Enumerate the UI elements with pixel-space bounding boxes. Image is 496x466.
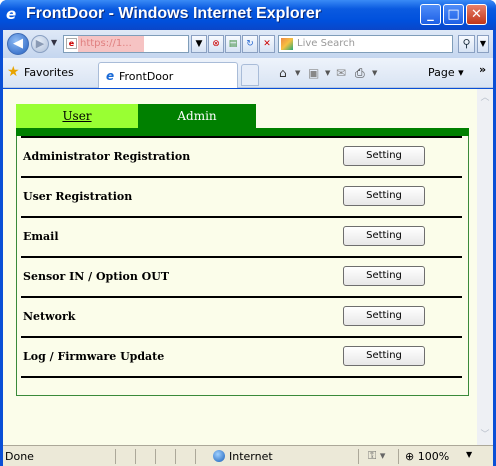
page-icon: e	[66, 38, 77, 49]
divider	[155, 449, 156, 464]
print-icon[interactable]: ⎙	[355, 66, 365, 81]
compatibility-view-icon[interactable]: ▤	[225, 35, 241, 53]
zoom-dropdown-icon[interactable]: ▼	[466, 450, 472, 459]
security-zone: Internet	[229, 450, 273, 463]
zoom-level[interactable]: ⊕ 100%	[405, 450, 449, 463]
vertical-scrollbar[interactable]: ︿ ﹀	[477, 89, 493, 445]
search-placeholder: Live Search	[297, 38, 355, 49]
favorites-bar: ★ Favorites e FrontDoor ⌂ ▼ ▣ ▼ ✉ ⎙ ▼ Pa…	[3, 58, 493, 88]
divider	[398, 449, 399, 464]
live-search-icon	[281, 38, 293, 50]
address-dropdown-icon[interactable]: ▼	[191, 35, 207, 53]
maximize-button[interactable]: □	[443, 4, 464, 25]
protected-mode-icon[interactable]: ⚿ ▾	[368, 449, 385, 463]
administrator-registration-setting-button[interactable]: Setting	[343, 146, 425, 166]
ie-logo-icon: e	[6, 5, 17, 23]
favorites-button[interactable]: Favorites	[24, 66, 74, 79]
search-icon[interactable]: ⚲	[458, 35, 475, 53]
forward-button[interactable]: ▶	[31, 35, 49, 53]
status-text: Done	[5, 450, 34, 463]
row-label: Log / Firmware Update	[23, 350, 165, 363]
search-input[interactable]: Live Search	[278, 35, 453, 53]
admin-settings-panel: Administrator Registration Setting User …	[16, 136, 469, 396]
history-dropdown-icon[interactable]: ▼	[51, 38, 57, 47]
section-tabs: User Admin	[16, 104, 469, 136]
more-commands-icon[interactable]: »	[479, 63, 486, 76]
close-button[interactable]: ✕	[466, 4, 487, 25]
page-menu[interactable]: Page ▾	[428, 66, 464, 79]
settings-row-email: Email Setting	[21, 216, 462, 256]
print-dropdown-icon[interactable]: ▼	[372, 69, 377, 77]
divider	[358, 449, 359, 464]
email-setting-button[interactable]: Setting	[343, 226, 425, 246]
settings-row-log-firmware: Log / Firmware Update Setting	[21, 336, 462, 376]
status-bar: Done Internet ⚿ ▾ ⊕ 100% ▼	[3, 445, 493, 466]
feeds-icon[interactable]: ▣	[308, 66, 319, 80]
network-setting-button[interactable]: Setting	[343, 306, 425, 326]
back-button[interactable]: ◀	[7, 33, 29, 55]
tab-admin[interactable]: Admin	[138, 104, 256, 128]
navigation-bar: ◀ ▶ ▼ e https://1... ▼ ⊗ ▤ ↻ ✕ Live Sear…	[3, 30, 493, 58]
row-label: Email	[23, 230, 59, 243]
tab-frontdoor[interactable]: e FrontDoor	[98, 62, 238, 88]
row-label: Sensor IN / Option OUT	[23, 270, 170, 283]
scroll-down-icon[interactable]: ﹀	[478, 428, 492, 443]
row-label: Network	[23, 310, 76, 323]
row-label: Administrator Registration	[23, 150, 191, 163]
settings-row-network: Network Setting	[21, 296, 462, 336]
minimize-button[interactable]: _	[420, 4, 441, 25]
title-bar[interactable]: e FrontDoor - Windows Internet Explorer …	[0, 0, 496, 30]
divider	[115, 449, 116, 464]
internet-zone-icon	[213, 450, 225, 462]
address-text: https://1...	[80, 38, 132, 49]
home-dropdown-icon[interactable]: ▼	[295, 69, 300, 77]
scroll-up-icon[interactable]: ︿	[478, 91, 492, 106]
window-title: FrontDoor - Windows Internet Explorer	[26, 5, 321, 22]
home-icon[interactable]: ⌂	[279, 66, 287, 80]
divider	[175, 449, 176, 464]
tab-user[interactable]: User	[16, 104, 138, 128]
certificate-error-icon[interactable]: ⊗	[208, 35, 224, 53]
search-options-icon[interactable]: ▼	[477, 35, 489, 53]
favorites-star-icon[interactable]: ★	[7, 65, 20, 79]
page-content: User Admin Administrator Registration Se…	[3, 89, 477, 445]
refresh-icon[interactable]: ↻	[242, 35, 258, 53]
divider	[135, 449, 136, 464]
sensor-option-setting-button[interactable]: Setting	[343, 266, 425, 286]
tab-label: FrontDoor	[119, 70, 174, 83]
log-firmware-setting-button[interactable]: Setting	[343, 346, 425, 366]
browser-window: e FrontDoor - Windows Internet Explorer …	[0, 0, 496, 466]
divider	[195, 449, 196, 464]
stop-icon[interactable]: ✕	[259, 35, 275, 53]
settings-row-administrator-registration: Administrator Registration Setting	[21, 136, 462, 176]
mail-icon[interactable]: ✉	[336, 66, 346, 80]
divider	[21, 376, 462, 378]
ie-tab-icon: e	[106, 69, 115, 83]
settings-row-sensor-option: Sensor IN / Option OUT Setting	[21, 256, 462, 296]
new-tab-button[interactable]	[241, 64, 259, 86]
feeds-dropdown-icon[interactable]: ▼	[325, 69, 330, 77]
user-registration-setting-button[interactable]: Setting	[343, 186, 425, 206]
settings-row-user-registration: User Registration Setting	[21, 176, 462, 216]
address-bar[interactable]: e https://1...	[63, 35, 189, 53]
row-label: User Registration	[23, 190, 133, 203]
